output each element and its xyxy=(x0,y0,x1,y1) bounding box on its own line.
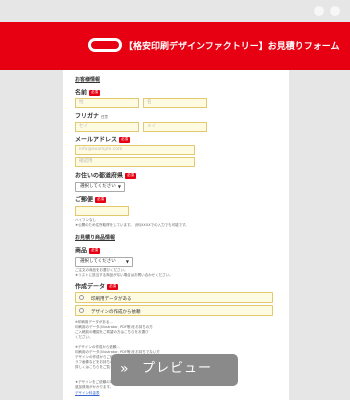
section-product-info: お見積り商品情報 xyxy=(75,235,116,241)
first-kana-input[interactable]: メイ xyxy=(143,122,207,132)
browser-topbar xyxy=(0,0,350,22)
zip-label: ご郵便 必須 xyxy=(75,196,107,204)
product-note: ★リストに該当する商品がない場合はお問い合わせください。 xyxy=(75,273,173,277)
data-note: ください。 xyxy=(75,335,93,339)
window-control-icon[interactable] xyxy=(330,6,340,16)
chevron-down-icon: ▼ xyxy=(125,259,129,264)
chevron-down-icon: ▼ xyxy=(117,184,121,189)
data-note: 追加費用がかかります。 xyxy=(75,385,114,389)
prefecture-select[interactable]: 選択してください ▼ xyxy=(75,182,125,192)
email-label: メールアドレス 必須 xyxy=(75,136,131,144)
last-name-input[interactable]: 姓 xyxy=(75,98,139,108)
required-badge: 必須 xyxy=(89,90,101,96)
zip-note: ハイフンなし xyxy=(75,218,96,222)
preview-button-label: プレビュー xyxy=(142,361,213,376)
email-input[interactable]: info@example.com xyxy=(75,145,195,155)
radio-button[interactable] xyxy=(79,295,84,300)
data-label: 作成データ 必須 xyxy=(75,283,119,291)
printpac-logo[interactable] xyxy=(88,38,122,52)
section-customer-info: お客様情報 xyxy=(75,77,101,83)
radio-button[interactable] xyxy=(79,308,84,313)
data-note: 印刷用のデータ(Illustrator, PDF等)をお持ちの方 xyxy=(75,325,153,329)
first-name-input[interactable]: 名 xyxy=(143,98,207,108)
form-panel: お客様情報 名前 必須 姓 名 フリガナ 任意 セイ メイ メールアドレス 必須 in… xyxy=(63,70,289,400)
name-label: 名前 必須 xyxy=(75,89,101,97)
product-label: 商品 必須 xyxy=(75,247,101,255)
required-badge: 必須 xyxy=(89,248,101,254)
data-note: ご入稿前の確認をご希望の方はこちらをお選び xyxy=(75,330,149,334)
design-fee-link[interactable]: デザイン料金表 xyxy=(75,391,100,396)
double-chevron-right-icon: » xyxy=(120,361,129,377)
last-kana-input[interactable]: セイ xyxy=(75,122,139,132)
required-badge: 必須 xyxy=(107,284,119,290)
page-header: 【格安印刷デザインファクトリー】お見積りフォーム xyxy=(0,22,350,70)
zip-note: ★公開のため住所取得をしています。 (例)XXXXでの入力でも可能です。 xyxy=(75,223,189,227)
product-note: ご注文の商品をお選びください。 xyxy=(75,268,128,272)
radio-option-has-data[interactable]: 印刷用データがある xyxy=(75,292,273,303)
data-note: ※デザインの作成から依頼… xyxy=(75,345,120,349)
product-select[interactable]: 選択してください ▼ xyxy=(75,257,133,267)
required-badge: 必須 xyxy=(119,137,131,143)
radio-option-design-request[interactable]: デザインの作成から依頼 xyxy=(75,305,273,316)
required-badge: 必須 xyxy=(125,173,137,179)
page-title: 【格安印刷デザインファクトリー】お見積りフォーム xyxy=(124,42,340,52)
preview-button[interactable]: » プレビュー xyxy=(111,354,238,386)
window-control-icon[interactable] xyxy=(314,6,324,16)
prefecture-label: お住いの都道府県 必須 xyxy=(75,172,137,180)
data-note: ※印刷用データがある… xyxy=(75,320,113,324)
kana-label: フリガナ 任意 xyxy=(75,113,109,120)
email-confirm-input[interactable]: 確認用 xyxy=(75,157,195,167)
required-badge: 必須 xyxy=(95,197,107,203)
zip-input[interactable] xyxy=(75,206,129,216)
optional-note: 任意 xyxy=(101,115,109,119)
